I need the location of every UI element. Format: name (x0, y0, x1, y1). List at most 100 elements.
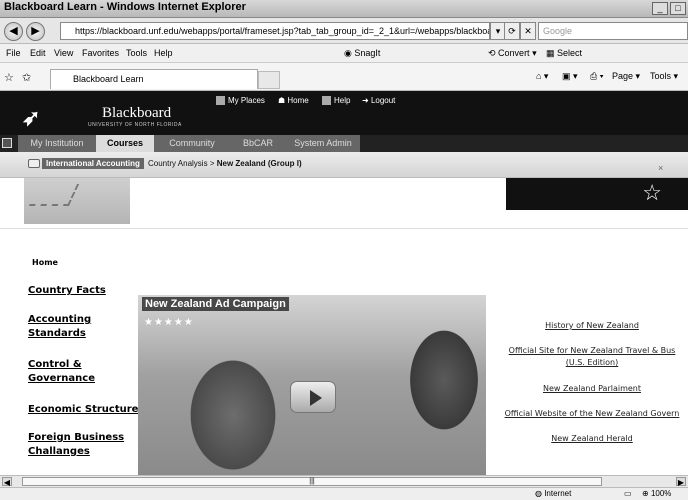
blackboard-header: ➶ Blackboard UNIVERSITY OF NORTH FLORIDA… (0, 91, 688, 135)
zoom-control[interactable]: ⊕ 100% (642, 489, 671, 498)
select-button[interactable]: ▦ Select (546, 48, 582, 59)
tab-my-institution[interactable]: My Institution (18, 135, 96, 152)
link-history-nz[interactable]: History of New Zealand (496, 320, 688, 331)
link-nz-herald[interactable]: New Zealand Herald (496, 433, 688, 444)
play-icon[interactable] (290, 381, 336, 413)
course-menu-icon[interactable] (28, 159, 40, 168)
blackboard-logo-text: Blackboard (102, 105, 172, 121)
breadcrumb: International Accounting Country Analysi… (0, 152, 688, 178)
refresh-icon[interactable]: ⟳ (504, 22, 520, 40)
breadcrumb-country-analysis[interactable]: Country Analysis (148, 159, 208, 168)
zoom-level: 100% (650, 489, 672, 498)
home-icon[interactable]: ⌂ ▾ (536, 71, 548, 82)
tab-bbcar[interactable]: BbCAR (230, 135, 286, 152)
link-nz-travel[interactable]: Official Site for New Zealand Travel & B… (496, 345, 688, 356)
page-menu[interactable]: Page ▾ (612, 71, 640, 82)
help-link-label: Help (334, 96, 351, 105)
link-nz-parliament[interactable]: New Zealand Parlaiment (496, 383, 688, 394)
stop-icon[interactable]: ✕ (520, 22, 536, 40)
page-content: ☆ Home Country Facts Accounting Standard… (0, 178, 688, 475)
menu-bar: File Edit View Favorites Tools Help ◉ Sn… (0, 44, 688, 63)
header-banner-image: ☆ (506, 178, 688, 210)
url-text: https://blackboard.unf.edu/webapps/porta… (75, 26, 490, 36)
link-nz-travel-us[interactable]: (U.S. Edition) (496, 357, 688, 368)
search-input[interactable]: Google (538, 22, 688, 40)
tab-system-admin[interactable]: System Admin (286, 135, 360, 152)
add-favorites-icon[interactable]: ✩ (22, 71, 31, 84)
my-places-label: My Places (228, 96, 265, 105)
tools-menu-label: Tools (650, 71, 672, 81)
forward-icon[interactable]: ▶ (26, 22, 45, 41)
breadcrumb-current: New Zealand (Group I) (216, 159, 302, 168)
menu-tools[interactable]: Tools (126, 48, 147, 58)
feeds-icon[interactable]: ▣ ▾ (562, 71, 578, 82)
link-nz-government[interactable]: Official Website of the New Zealand Gove… (496, 408, 688, 419)
scroll-right-icon[interactable]: ▶ (676, 477, 686, 487)
menu-edit[interactable]: Edit (30, 48, 46, 58)
tools-menu[interactable]: Tools ▾ (650, 71, 678, 82)
zoom-icon: ⊕ (642, 489, 651, 498)
menu-favorites[interactable]: Favorites (82, 48, 119, 58)
menu-help[interactable]: Help (154, 48, 173, 58)
select-icon: ▦ (546, 48, 558, 58)
convert-button[interactable]: ⟲ Convert ▾ (488, 48, 537, 59)
tab-bar: ☆ ✩ Blackboard Learn ⌂ ▾ ▣ ▾ ⎙ ▾ Page ▾ … (0, 63, 688, 91)
my-places-link[interactable]: My Places (216, 96, 265, 106)
nav-foreign-business-challanges[interactable]: Foreign Business Challanges (28, 431, 124, 459)
menu-file[interactable]: File (6, 48, 21, 58)
zone-indicator: ◍ Internet (535, 489, 571, 498)
browser-window: Blackboard Learn - Windows Internet Expl… (0, 0, 688, 500)
back-icon[interactable]: ◀ (4, 22, 23, 41)
breadcrumb-path: Country Analysis > New Zealand (Group I) (148, 159, 302, 168)
breadcrumb-separator: > (209, 159, 215, 168)
snagit-button[interactable]: ◉ SnagIt (344, 48, 380, 59)
nav-economic-structure[interactable]: Economic Structure (28, 403, 138, 417)
status-bar: ◍ Internet ▭ ⊕ 100% (0, 487, 688, 500)
scrollbar-thumb[interactable]: ||| (22, 477, 602, 486)
breadcrumb-course[interactable]: International Accounting (42, 158, 144, 169)
snagit-label: SnagIt (354, 48, 381, 58)
new-tab-button[interactable] (258, 71, 280, 89)
logout-link[interactable]: ➜ Logout (362, 96, 395, 105)
print-icon[interactable]: ⎙ ▾ (590, 71, 603, 82)
pin-icon[interactable] (2, 138, 12, 148)
select-label: Select (557, 48, 583, 58)
star-icon: ☆ (642, 180, 662, 205)
nav-home[interactable]: Home (32, 258, 58, 267)
nav-country-facts[interactable]: Country Facts (28, 284, 106, 298)
window-title: Blackboard Learn - Windows Internet Expl… (4, 1, 246, 13)
home-link[interactable]: ☗ Home (278, 96, 309, 105)
convert-label: Convert (498, 48, 530, 58)
help-link[interactable]: Help (322, 96, 351, 106)
blackboard-tabs: My Institution Courses Community BbCAR S… (0, 135, 688, 152)
tab-community[interactable]: Community (154, 135, 230, 152)
blackboard-logo-subtitle: UNIVERSITY OF NORTH FLORIDA (88, 122, 182, 128)
scroll-left-icon[interactable]: ◀ (2, 477, 12, 487)
tab-blackboard-learn[interactable]: Blackboard Learn (50, 69, 258, 89)
nav-control-governance[interactable]: Control & Governance (28, 358, 95, 386)
favorites-star-icon[interactable]: ☆ (4, 71, 14, 84)
divider (0, 228, 688, 229)
logout-label: Logout (370, 96, 396, 105)
convert-icon: ⟲ (488, 48, 499, 58)
minimize-button[interactable]: _ (652, 2, 668, 15)
new-zealand-map-image (24, 178, 130, 224)
address-bar: ◀ ▶ https://blackboard.unf.edu/webapps/p… (0, 18, 688, 44)
nav-accounting-standards[interactable]: Accounting Standards (28, 313, 91, 341)
zone-label: Internet (544, 489, 572, 498)
my-places-icon (216, 96, 225, 106)
home-link-icon: ☗ (278, 96, 288, 105)
globe-icon: ◍ (535, 489, 545, 498)
horizontal-scrollbar[interactable]: ◀ ||| ▶ (0, 475, 688, 487)
tab-blackboard-learn-label: Blackboard Learn (73, 74, 144, 84)
menu-view[interactable]: View (54, 48, 73, 58)
page-menu-label: Page (612, 71, 634, 81)
video-player[interactable]: New Zealand Ad Campaign ★★★★★ (138, 295, 486, 475)
video-title[interactable]: New Zealand Ad Campaign (142, 297, 289, 311)
window-titlebar: Blackboard Learn - Windows Internet Expl… (0, 0, 688, 18)
tab-courses[interactable]: Courses (96, 135, 154, 152)
url-field[interactable]: https://blackboard.unf.edu/webapps/porta… (60, 22, 490, 40)
logout-icon: ➜ (362, 96, 371, 105)
maximize-button[interactable]: □ (670, 2, 686, 15)
close-icon[interactable]: × (658, 163, 663, 173)
